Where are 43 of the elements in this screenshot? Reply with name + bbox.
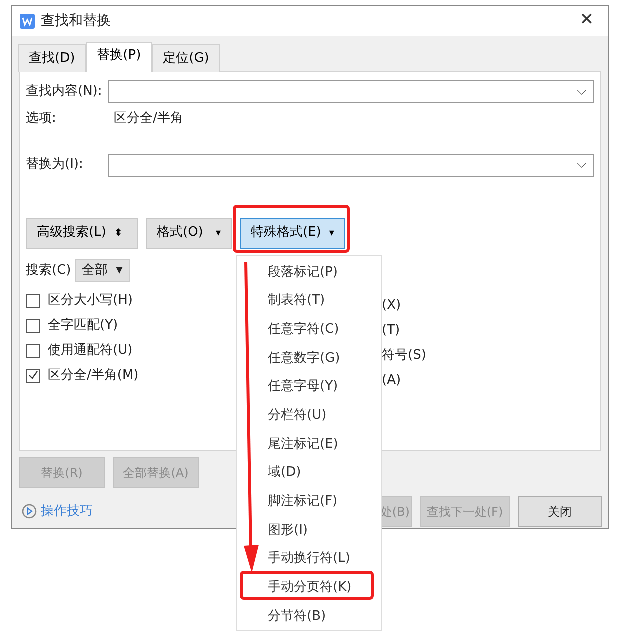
search-label: 搜索(C): [26, 262, 72, 280]
menu-item[interactable]: 任意数字(G): [237, 344, 381, 373]
menu-item[interactable]: 段落标记(P): [237, 258, 381, 287]
checkbox-label: 区分大小写(H): [48, 292, 133, 310]
tab[interactable]: 查找(D): [18, 44, 86, 72]
replace-field[interactable]: ⌵: [108, 154, 594, 176]
field-label: 替换为(I):: [26, 156, 84, 174]
option-label: (A): [382, 372, 402, 390]
tab[interactable]: 定位(G): [152, 44, 220, 72]
tips-link[interactable]: 操作技巧: [41, 502, 93, 522]
toolbar-button[interactable]: 特殊格式(E) ▾: [240, 218, 346, 248]
checkbox[interactable]: [26, 368, 40, 382]
field-label: 查找内容(N):: [26, 82, 102, 101]
toolbar-button[interactable]: 格式(O) ▾: [146, 218, 232, 248]
checkbox-label: 使用通配符(U): [48, 342, 133, 360]
app-logo-icon: [20, 14, 35, 28]
menu-item[interactable]: 手动换行符(L): [237, 544, 381, 574]
options-value: 区分全/半角: [114, 110, 184, 128]
menu-item[interactable]: 任意字符(C): [237, 315, 381, 344]
menu-item[interactable]: 手动分页符(K): [237, 574, 381, 602]
menu-item[interactable]: 尾注标记(E): [237, 430, 381, 459]
option-label: (T): [382, 322, 400, 340]
toolbar-button[interactable]: 高级搜索(L) ⬍: [26, 218, 138, 248]
checkbox[interactable]: [26, 318, 40, 332]
menu-item[interactable]: 任意字母(Y): [237, 372, 381, 402]
close-button[interactable]: ✕: [574, 8, 600, 34]
menu-item[interactable]: 域(D): [237, 458, 381, 488]
options-label: 选项:: [26, 110, 58, 128]
option-label: 符号(S): [382, 347, 426, 365]
menu-item[interactable]: 制表符(T): [237, 286, 381, 316]
find-field[interactable]: ⌵: [108, 80, 594, 103]
option-label: (X): [382, 297, 402, 315]
footer-button[interactable]: 关闭: [518, 496, 602, 527]
play-icon: [22, 504, 37, 519]
menu-item[interactable]: 分节符(B): [237, 602, 381, 631]
checkbox[interactable]: [26, 344, 40, 358]
search-dropdown[interactable]: 全部 ▾: [75, 258, 130, 282]
window-title: 查找和替换: [41, 12, 111, 30]
checkbox[interactable]: [26, 294, 40, 308]
tab[interactable]: 替换(P): [86, 42, 152, 72]
checkbox-label: 全字匹配(Y): [48, 316, 118, 335]
checkbox-label: 区分全/半角(M): [48, 366, 139, 385]
menu-item[interactable]: 分栏符(U): [237, 401, 381, 430]
